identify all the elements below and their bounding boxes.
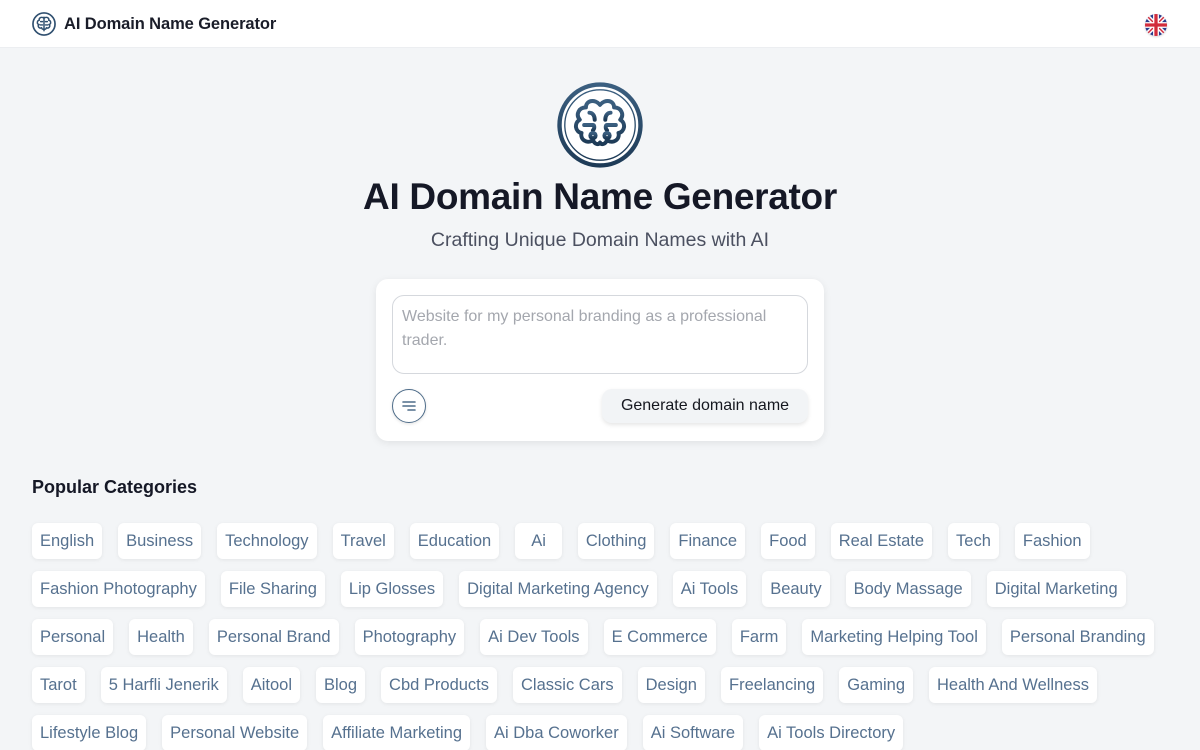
category-chip[interactable]: Tech [948,523,999,559]
category-chip[interactable]: Lifestyle Blog [32,715,147,750]
category-chip[interactable]: Personal Website [162,715,308,750]
category-chip[interactable]: Ai [515,523,562,559]
category-chip[interactable]: Digital Marketing Agency [459,571,657,607]
brand-title: AI Domain Name Generator [64,14,277,33]
category-chip[interactable]: Tarot [32,667,85,703]
page-subtitle: Crafting Unique Domain Names with AI [430,229,770,251]
category-chip[interactable]: Personal [32,619,114,655]
category-chip[interactable]: File Sharing [220,571,325,607]
category-chip[interactable]: Affiliate Marketing [323,715,470,750]
category-chip[interactable]: Business [118,523,202,559]
page-title: AI Domain Name Generator [363,176,837,217]
category-chip[interactable]: Fashion [1014,523,1090,559]
uk-flag-icon [1145,14,1167,36]
category-chip[interactable]: Marketing Helping Tool [802,619,986,655]
category-chip[interactable]: Blog [316,667,366,703]
options-button[interactable] [392,389,426,423]
category-chip[interactable]: Freelancing [721,667,824,703]
category-chip[interactable]: Beauty [762,571,830,607]
category-chip[interactable]: Ai Tools [672,571,747,607]
prompt-input[interactable] [392,295,808,374]
category-chip[interactable]: Gaming [839,667,913,703]
category-chip[interactable]: Classic Cars [513,667,622,703]
category-chip[interactable]: Ai Dev Tools [480,619,588,655]
brain-logo-icon [32,12,56,36]
generate-domain-button[interactable]: Generate domain name [602,389,808,423]
category-chip[interactable]: Travel [332,523,394,559]
category-chip[interactable]: Health And Wellness [929,667,1097,703]
category-chip[interactable]: Personal Branding [1001,619,1154,655]
category-chip[interactable]: Cbd Products [381,667,498,703]
filter-lines-icon [402,401,416,411]
category-chip[interactable]: Ai Dba Coworker [486,715,627,750]
category-chip[interactable]: Farm [731,619,787,655]
category-chip[interactable]: Aitool [242,667,301,703]
category-chip[interactable]: Body Massage [845,571,971,607]
category-chip[interactable]: Ai Software [642,715,744,750]
category-chip[interactable]: Health [129,619,193,655]
generator-card: Generate domain name [376,279,824,441]
category-chip[interactable]: Photography [354,619,465,655]
language-selector[interactable] [1145,14,1167,36]
category-chip[interactable]: Real Estate [830,523,933,559]
category-chip[interactable]: Design [637,667,705,703]
category-chip[interactable]: Fashion Photography [32,571,205,607]
category-chip[interactable]: Digital Marketing [986,571,1126,607]
category-chip[interactable]: Finance [670,523,746,559]
category-chip[interactable]: Personal Brand [208,619,339,655]
brain-logo-icon [557,82,643,168]
popular-categories-heading: Popular Categories [32,477,198,497]
category-chip[interactable]: Ai Tools Directory [759,715,904,750]
category-chip[interactable]: Lip Glosses [340,571,444,607]
top-navbar: AI Domain Name Generator [0,0,1200,48]
category-chip[interactable]: 5 Harfli Jenerik [100,667,227,703]
category-chip[interactable]: Education [409,523,500,559]
category-chip[interactable]: English [32,523,103,559]
brand-home-link[interactable]: AI Domain Name Generator [32,12,276,36]
category-chip[interactable]: Technology [217,523,317,559]
category-chip-list: English Business Technology Travel Education… [32,523,1172,750]
category-chip[interactable]: E Commerce [603,619,716,655]
category-chip[interactable]: Clothing [577,523,655,559]
category-chip[interactable]: Food [761,523,815,559]
